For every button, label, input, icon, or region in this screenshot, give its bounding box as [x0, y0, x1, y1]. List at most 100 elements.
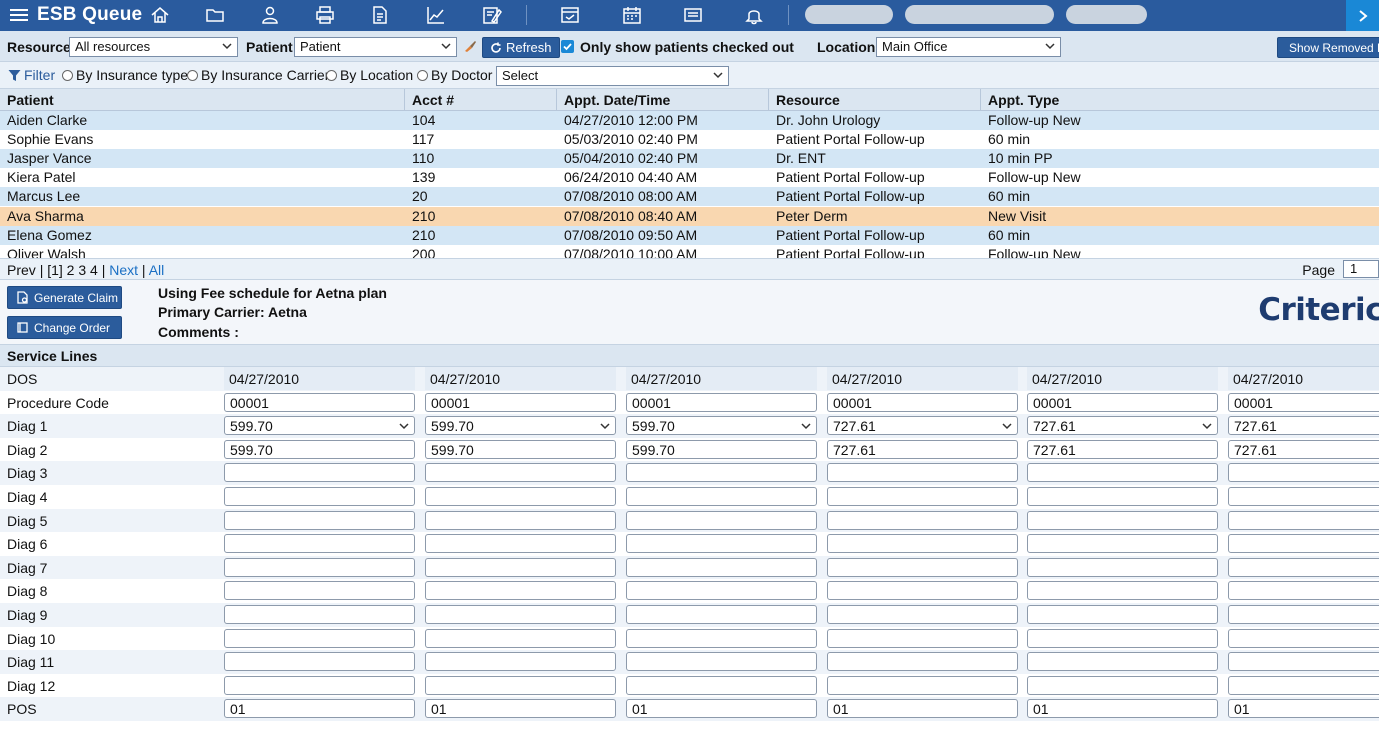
- empty-diag-input[interactable]: [1027, 534, 1218, 554]
- service-line-input[interactable]: 01: [1027, 699, 1218, 719]
- empty-diag-input[interactable]: [425, 605, 616, 624]
- diag-select[interactable]: 599.70: [425, 416, 616, 436]
- service-line-input[interactable]: 00001: [626, 392, 817, 412]
- empty-diag-input[interactable]: [1228, 534, 1379, 554]
- empty-diag-input[interactable]: [827, 557, 1018, 577]
- diag-select[interactable]: 727.61: [827, 416, 1018, 436]
- table-row[interactable]: Kiera Patel 139 06/24/2010 04:40 AM Patient…: [0, 168, 1379, 188]
- empty-diag-input[interactable]: [827, 605, 1018, 624]
- calendar-icon[interactable]: [620, 4, 644, 26]
- empty-diag-input[interactable]: [224, 652, 415, 672]
- table-row[interactable]: Oliver Walsh 200 07/08/2010 10:00 AM Patien…: [0, 244, 1379, 258]
- empty-diag-input[interactable]: [224, 534, 415, 554]
- service-line-input[interactable]: 00001: [1228, 392, 1379, 412]
- empty-diag-input[interactable]: [1228, 557, 1379, 577]
- empty-diag-input[interactable]: [425, 463, 616, 483]
- table-row[interactable]: Jasper Vance 110 05/04/2010 02:40 PM Dr. EN…: [0, 149, 1379, 169]
- table-row[interactable]: Marcus Lee 20 07/08/2010 08:00 AM Patient P…: [0, 187, 1379, 207]
- empty-diag-input[interactable]: [827, 652, 1018, 672]
- empty-diag-input[interactable]: [827, 581, 1018, 601]
- empty-diag-input[interactable]: [1228, 487, 1379, 506]
- empty-diag-input[interactable]: [827, 463, 1018, 483]
- empty-diag-input[interactable]: [425, 652, 616, 672]
- table-row[interactable]: Sophie Evans 117 05/03/2010 02:40 PM Patien…: [0, 130, 1379, 150]
- page-input[interactable]: 1: [1343, 260, 1379, 278]
- empty-diag-input[interactable]: [1027, 628, 1218, 648]
- empty-diag-input[interactable]: [827, 628, 1018, 648]
- show-removed-button[interactable]: Show Removed E: [1277, 37, 1379, 58]
- printer-icon[interactable]: [313, 4, 337, 26]
- empty-diag-input[interactable]: [1027, 487, 1218, 506]
- empty-diag-input[interactable]: [1228, 628, 1379, 648]
- nav-pill-2[interactable]: [905, 5, 1054, 24]
- empty-diag-input[interactable]: [224, 557, 415, 577]
- empty-diag-input[interactable]: [626, 652, 817, 672]
- column-header-datetime[interactable]: Appt. Date/Time: [564, 92, 670, 108]
- service-line-input[interactable]: 599.70: [626, 439, 817, 459]
- diag-select[interactable]: 727.61: [1228, 416, 1379, 436]
- menu-icon[interactable]: [10, 6, 28, 24]
- location-select[interactable]: Main Office: [876, 37, 1061, 57]
- empty-diag-input[interactable]: [425, 557, 616, 577]
- nav-pill-1[interactable]: [805, 5, 893, 24]
- user-icon[interactable]: [258, 4, 282, 26]
- radio-insurance-type[interactable]: [62, 70, 73, 81]
- table-row[interactable]: Ava Sharma 210 07/08/2010 08:40 AM Peter De…: [0, 206, 1379, 226]
- service-line-input[interactable]: 00001: [425, 392, 616, 412]
- message-icon[interactable]: [681, 4, 705, 26]
- checked-out-checkbox[interactable]: [561, 40, 574, 53]
- empty-diag-input[interactable]: [626, 534, 817, 554]
- nav-pill-3[interactable]: [1066, 5, 1147, 24]
- empty-diag-input[interactable]: [224, 510, 415, 530]
- service-line-input[interactable]: 00001: [224, 392, 415, 412]
- diag-select[interactable]: 599.70: [626, 416, 817, 436]
- empty-diag-input[interactable]: [827, 534, 1018, 554]
- empty-diag-input[interactable]: [626, 463, 817, 483]
- all-link[interactable]: All: [149, 262, 165, 278]
- empty-diag-input[interactable]: [827, 487, 1018, 506]
- empty-diag-input[interactable]: [1027, 510, 1218, 530]
- service-line-input[interactable]: 727.61: [827, 439, 1018, 459]
- patient-select[interactable]: Patient: [294, 37, 457, 57]
- service-line-input[interactable]: 00001: [1027, 392, 1218, 412]
- empty-diag-input[interactable]: [224, 581, 415, 601]
- radio-location[interactable]: [326, 70, 337, 81]
- service-line-input[interactable]: 01: [224, 699, 415, 719]
- empty-diag-input[interactable]: [425, 581, 616, 601]
- column-header-acct[interactable]: Acct #: [412, 92, 454, 108]
- empty-diag-input[interactable]: [626, 581, 817, 601]
- calendar-check-icon[interactable]: [558, 4, 582, 26]
- home-icon[interactable]: [148, 4, 172, 26]
- radio-insurance-carrier[interactable]: [187, 70, 198, 81]
- empty-diag-input[interactable]: [224, 605, 415, 624]
- service-line-input[interactable]: 727.61: [1228, 439, 1379, 459]
- empty-diag-input[interactable]: [1027, 581, 1218, 601]
- service-line-input[interactable]: 599.70: [425, 439, 616, 459]
- resource-select[interactable]: All resources: [69, 37, 238, 57]
- page-numbers[interactable]: [1] 2 3 4: [47, 262, 98, 278]
- diag-select[interactable]: 599.70: [224, 416, 415, 436]
- empty-diag-input[interactable]: [425, 534, 616, 554]
- generate-claim-button[interactable]: Generate Claim: [7, 286, 122, 309]
- empty-diag-input[interactable]: [224, 487, 415, 506]
- empty-diag-input[interactable]: [1228, 510, 1379, 530]
- diag-select[interactable]: 727.61: [1027, 416, 1218, 436]
- folder-icon[interactable]: [203, 4, 227, 26]
- service-line-input[interactable]: 01: [425, 699, 616, 719]
- table-row[interactable]: Elena Gomez 210 07/08/2010 09:50 AM Patient…: [0, 225, 1379, 245]
- empty-diag-input[interactable]: [1027, 557, 1218, 577]
- refresh-button[interactable]: Refresh: [482, 37, 560, 58]
- service-line-input[interactable]: 01: [827, 699, 1018, 719]
- empty-diag-input[interactable]: [626, 487, 817, 506]
- empty-diag-input[interactable]: [1027, 652, 1218, 672]
- document-icon[interactable]: [368, 4, 392, 26]
- empty-diag-input[interactable]: [827, 510, 1018, 530]
- empty-diag-input[interactable]: [425, 675, 616, 695]
- column-header-patient[interactable]: Patient: [7, 92, 54, 108]
- filter-select[interactable]: Select: [496, 66, 729, 86]
- empty-diag-input[interactable]: [626, 510, 817, 530]
- empty-diag-input[interactable]: [224, 628, 415, 648]
- empty-diag-input[interactable]: [1228, 605, 1379, 624]
- column-header-type[interactable]: Appt. Type: [988, 92, 1059, 108]
- radio-doctor[interactable]: [417, 70, 428, 81]
